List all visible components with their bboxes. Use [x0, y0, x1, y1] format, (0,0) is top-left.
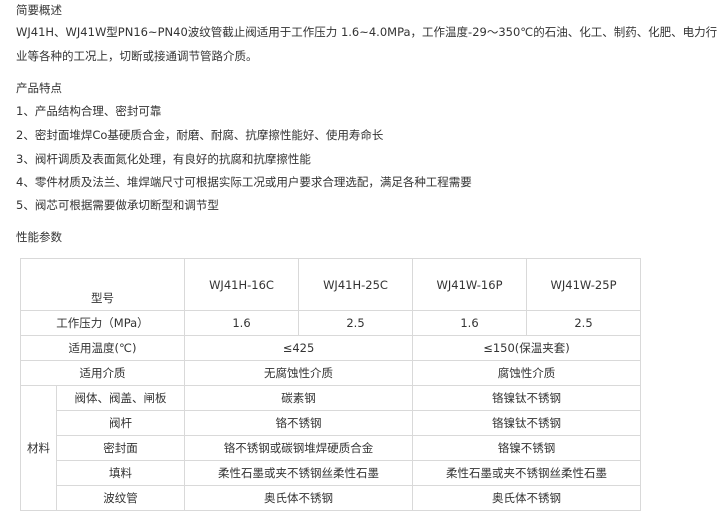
material-w: 铬镍钛不锈钢 [412, 410, 641, 436]
pressure-cell: 1.6 [412, 310, 527, 336]
table-row-model: 型号 WJ41H-16C WJ41H-25C WJ41W-16P WJ41W-2… [20, 258, 641, 311]
overview-text: WJ41H、WJ41W型PN16~PN40波纹管截止阀适用于工作压力 1.6~4… [16, 25, 718, 63]
feature-item-5: 5、阀芯可根据需要做承切断型和调节型 [16, 198, 219, 212]
medium-cell: 无腐蚀性介质 [184, 360, 413, 386]
performance-heading: 性能参数 [16, 230, 62, 244]
table-row-material: 波纹管 奥氏体不锈钢 奥氏体不锈钢 [21, 485, 641, 511]
table-row-material: 密封面 铬不锈钢或碳钢堆焊硬质合金 铬镍不锈钢 [21, 435, 641, 461]
temperature-cell: ≤150(保温夹套) [412, 335, 641, 361]
material-h: 铬不锈钢或碳钢堆焊硬质合金 [184, 435, 413, 461]
material-h: 铬不锈钢 [184, 410, 413, 436]
material-h: 柔性石墨或夹不锈钢丝柔性石墨 [184, 460, 413, 486]
model-label: 型号 [20, 258, 185, 311]
table-row-temperature: 适用温度(℃) ≤425 ≤150(保温夹套) [20, 335, 641, 361]
medium-cell: 腐蚀性介质 [412, 360, 641, 386]
feature-item-4: 4、零件材质及法兰、堆焊端尺寸可根据实际工况或用户要求合理选配，满足各种工程需要 [16, 175, 472, 189]
overview-heading: 简要概述 [16, 3, 62, 17]
material-w: 铬镍不锈钢 [412, 435, 641, 461]
pressure-cell: 2.5 [298, 310, 413, 336]
temperature-label: 适用温度(℃) [20, 335, 185, 361]
pressure-label: 工作压力（MPa） [20, 310, 185, 336]
performance-table: 型号 WJ41H-16C WJ41H-25C WJ41W-16P WJ41W-2… [20, 258, 641, 511]
material-h: 碳素钢 [184, 385, 413, 411]
material-h: 奥氏体不锈钢 [184, 485, 413, 511]
table-row-material: 阀杆 铬不锈钢 铬镍钛不锈钢 [21, 410, 641, 436]
pressure-cell: 2.5 [526, 310, 641, 336]
model-cell: WJ41H-16C [184, 258, 299, 311]
material-part: 阀杆 [56, 410, 185, 436]
material-w: 铬镍钛不锈钢 [412, 385, 641, 411]
material-w: 奥氏体不锈钢 [412, 485, 641, 511]
pressure-cell: 1.6 [184, 310, 299, 336]
medium-label: 适用介质 [20, 360, 185, 386]
material-part: 波纹管 [56, 485, 185, 511]
material-part: 密封面 [56, 435, 185, 461]
materials-label: 材料 [20, 385, 57, 511]
table-row-medium: 适用介质 无腐蚀性介质 腐蚀性介质 [20, 360, 641, 386]
features-heading: 产品特点 [16, 81, 62, 95]
table-row-material: 填料 柔性石墨或夹不锈钢丝柔性石墨 柔性石墨或夹不锈钢丝柔性石墨 [21, 460, 641, 486]
table-row-material: 材料 阀体、阀盖、闸板 碳素钢 铬镍钛不锈钢 [20, 385, 641, 511]
table-row-pressure: 工作压力（MPa） 1.6 2.5 1.6 2.5 [20, 310, 641, 336]
model-cell: WJ41H-25C [298, 258, 413, 311]
model-cell: WJ41W-25P [526, 258, 641, 311]
material-w: 柔性石墨或夹不锈钢丝柔性石墨 [412, 460, 641, 486]
temperature-cell: ≤425 [184, 335, 413, 361]
feature-item-3: 3、阀杆调质及表面氮化处理，有良好的抗腐和抗摩擦性能 [16, 152, 311, 166]
material-part: 阀体、阀盖、闸板 [56, 385, 185, 411]
model-cell: WJ41W-16P [412, 258, 527, 311]
material-part: 填料 [56, 460, 185, 486]
feature-item-2: 2、密封面堆焊Co基硬质合金，耐磨、耐腐、抗摩擦性能好、使用寿命长 [16, 128, 384, 142]
feature-item-1: 1、产品结构合理、密封可靠 [16, 104, 162, 118]
